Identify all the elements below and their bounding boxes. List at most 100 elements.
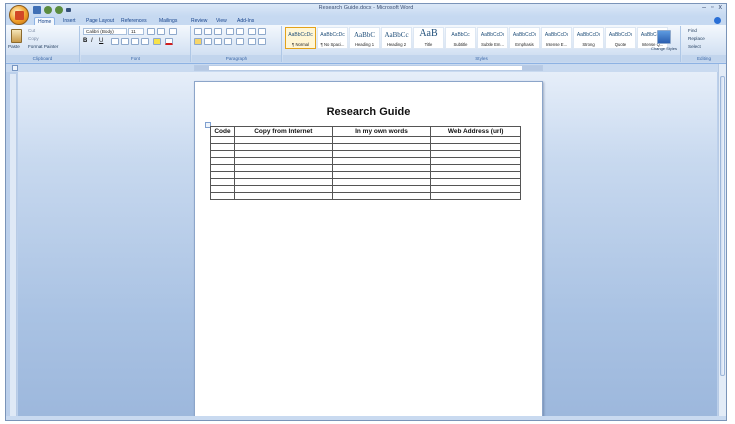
minimize-button[interactable]: – — [702, 4, 706, 11]
table-cell[interactable] — [331, 171, 432, 179]
tab-page-layout[interactable]: Page Layout — [83, 17, 117, 25]
table-cell[interactable] — [210, 178, 235, 186]
underline-icon[interactable]: U — [99, 38, 107, 45]
table-cell[interactable] — [210, 171, 235, 179]
ruler-toggle-icon[interactable] — [12, 65, 18, 71]
multilevel-list-icon[interactable] — [214, 28, 222, 35]
table-cell[interactable] — [233, 171, 333, 179]
style-tile[interactable]: AaBbCc Heading 2 — [381, 27, 412, 49]
style-tile[interactable]: AaBbC Heading 1 — [349, 27, 380, 49]
select-button[interactable]: Select — [688, 44, 701, 49]
office-button[interactable] — [9, 5, 29, 25]
table-cell[interactable] — [331, 192, 432, 200]
style-tile[interactable]: AaB Title — [413, 27, 444, 49]
column-header-own-words[interactable]: In my own words — [331, 126, 432, 137]
tab-review[interactable]: Review — [188, 17, 210, 25]
column-header-url[interactable]: Web Address (url) — [430, 126, 521, 137]
column-header-copy[interactable]: Copy from Internet — [233, 126, 333, 137]
borders-icon[interactable] — [258, 38, 266, 45]
table-cell[interactable] — [430, 136, 521, 144]
paste-icon[interactable] — [11, 29, 22, 43]
tab-mailings[interactable]: Mailings — [156, 17, 180, 25]
font-size-combo[interactable]: 11 — [128, 28, 144, 35]
table-cell[interactable] — [430, 171, 521, 179]
table-cell[interactable] — [430, 150, 521, 158]
numbering-icon[interactable] — [204, 28, 212, 35]
table-cell[interactable] — [331, 164, 432, 172]
font-color-icon[interactable] — [165, 38, 173, 45]
tab-insert[interactable]: Insert — [60, 17, 79, 25]
bullets-icon[interactable] — [194, 28, 202, 35]
table-cell[interactable] — [210, 136, 235, 144]
style-tile[interactable]: AaBbCcDı Subtle Em... — [477, 27, 508, 49]
align-right-icon[interactable] — [214, 38, 222, 45]
style-tile[interactable]: AaBbCcDc ¶ Normal — [285, 27, 316, 49]
table-cell[interactable] — [430, 157, 521, 165]
highlight-icon[interactable] — [153, 38, 161, 45]
table-cell[interactable] — [210, 185, 235, 193]
table-cell[interactable] — [210, 143, 235, 151]
table-cell[interactable] — [233, 164, 333, 172]
line-spacing-icon[interactable] — [236, 38, 244, 45]
table-cell[interactable] — [233, 157, 333, 165]
tab-view[interactable]: View — [213, 17, 230, 25]
subscript-icon[interactable] — [121, 38, 129, 45]
tab-add-ins[interactable]: Add-Ins — [234, 17, 257, 25]
table-cell[interactable] — [331, 185, 432, 193]
italic-icon[interactable]: I — [91, 38, 99, 45]
style-tile[interactable]: AaBbCc Subtitle — [445, 27, 476, 49]
table-cell[interactable] — [233, 150, 333, 158]
strikethrough-icon[interactable] — [111, 38, 119, 45]
copy-button[interactable]: Copy — [28, 36, 39, 41]
change-styles-icon[interactable] — [657, 30, 671, 44]
maximize-button[interactable]: ▫ — [711, 4, 713, 11]
vertical-scrollbar[interactable] — [718, 64, 726, 420]
style-tile[interactable]: AaBbCcDc ¶ No Spaci... — [317, 27, 348, 49]
replace-button[interactable]: Replace — [688, 36, 705, 41]
table-cell[interactable] — [331, 178, 432, 186]
sort-icon[interactable] — [248, 28, 256, 35]
change-case-icon[interactable] — [141, 38, 149, 45]
change-styles-button[interactable]: Change Styles — [651, 46, 677, 51]
increase-indent-icon[interactable] — [236, 28, 244, 35]
table-cell[interactable] — [331, 157, 432, 165]
bold-icon[interactable]: B — [83, 38, 91, 45]
close-button[interactable]: x — [719, 4, 723, 11]
table-cell[interactable] — [430, 164, 521, 172]
table-cell[interactable] — [210, 157, 235, 165]
style-tile[interactable]: AaBbCcDı Emphasis — [509, 27, 540, 49]
research-table[interactable]: Code Copy from Internet In my own words … — [210, 126, 521, 200]
decrease-indent-icon[interactable] — [226, 28, 234, 35]
ruler-scale[interactable] — [194, 65, 543, 71]
document-title[interactable]: Research Guide — [195, 106, 542, 118]
table-cell[interactable] — [430, 178, 521, 186]
table-cell[interactable] — [233, 192, 333, 200]
grow-font-icon[interactable] — [147, 28, 155, 35]
align-left-icon[interactable] — [194, 38, 202, 45]
table-cell[interactable] — [233, 136, 333, 144]
scroll-thumb[interactable] — [720, 76, 725, 376]
table-cell[interactable] — [210, 150, 235, 158]
table-cell[interactable] — [233, 178, 333, 186]
table-cell[interactable] — [233, 143, 333, 151]
table-cell[interactable] — [331, 150, 432, 158]
table-cell[interactable] — [331, 136, 432, 144]
table-cell[interactable] — [430, 185, 521, 193]
paste-button[interactable]: Paste — [8, 44, 20, 49]
format-painter-button[interactable]: Format Painter — [28, 44, 58, 49]
align-center-icon[interactable] — [204, 38, 212, 45]
table-cell[interactable] — [430, 143, 521, 151]
justify-icon[interactable] — [224, 38, 232, 45]
style-tile[interactable]: AaBbCcDı Intense E... — [541, 27, 572, 49]
shading-icon[interactable] — [248, 38, 256, 45]
tab-home[interactable]: Home — [34, 17, 56, 25]
table-cell[interactable] — [233, 185, 333, 193]
superscript-icon[interactable] — [131, 38, 139, 45]
show-formatting-icon[interactable] — [258, 28, 266, 35]
table-cell[interactable] — [210, 192, 235, 200]
table-cell[interactable] — [210, 164, 235, 172]
font-name-combo[interactable]: Calibri (Body) — [83, 28, 127, 35]
style-tile[interactable]: AaBbCcDı Quote — [605, 27, 636, 49]
style-tile[interactable]: AaBbCcDı Strong — [573, 27, 604, 49]
tab-references[interactable]: References — [118, 17, 150, 25]
